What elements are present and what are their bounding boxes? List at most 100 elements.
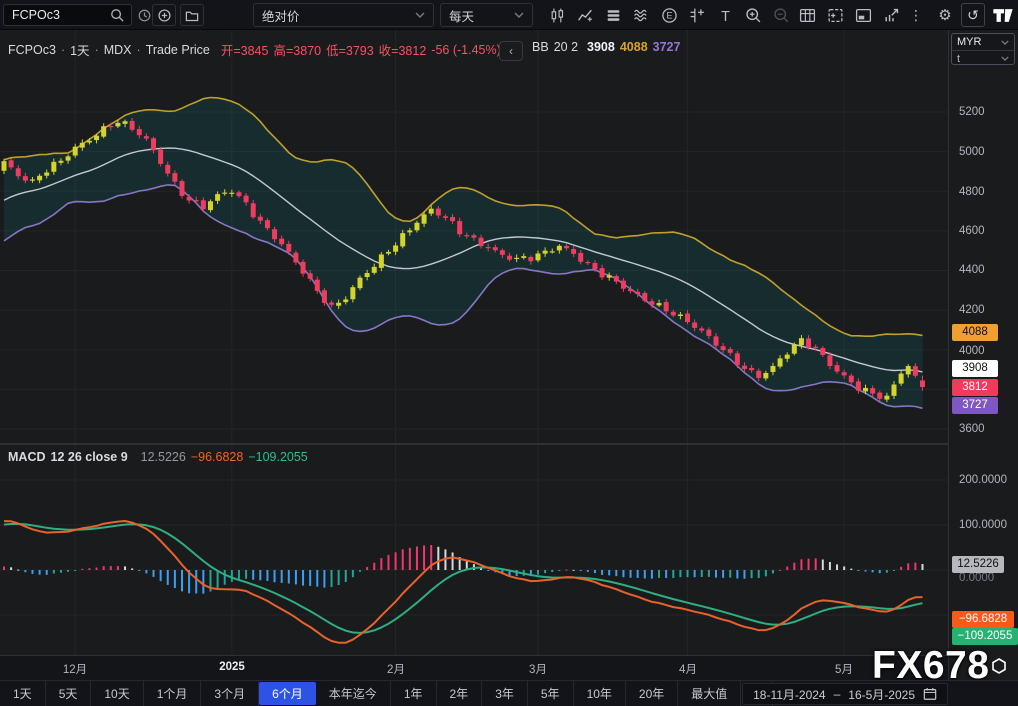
legend-low: 低=3793 [326, 40, 374, 59]
compare-layers-icon[interactable] [600, 0, 626, 30]
chart-type-candles-icon[interactable] [544, 0, 570, 30]
more-options-icon[interactable]: ⋮ [906, 0, 926, 30]
price-tick: 5200 [959, 105, 985, 119]
price-mode-select[interactable]: 绝对价 [253, 3, 434, 27]
watchlist-folder-button[interactable] [180, 4, 204, 26]
range-button-6m[interactable]: 6个月 [259, 682, 316, 705]
interval-value: 每天 [449, 6, 474, 25]
axis-unit-box: MYR t [951, 33, 1015, 65]
month-label: 2月 [374, 661, 418, 677]
svg-text:T: T [721, 8, 730, 23]
macd-legend: MACD 12 26 close 9 12.5226 −96.6828 −109… [8, 450, 308, 464]
bb-lower-badge: 3727 [952, 397, 998, 414]
price-tick: 3600 [959, 422, 985, 436]
events-icon[interactable]: E [656, 0, 682, 30]
range-button-5y[interactable]: 5年 [528, 681, 574, 706]
publish-chart-icon[interactable] [878, 0, 904, 30]
zoom-in-icon[interactable] [740, 0, 766, 30]
range-button-2y[interactable]: 2年 [437, 681, 483, 706]
legend-separator: · [61, 43, 65, 57]
unit-select[interactable]: t [952, 50, 1014, 65]
settings-gear-icon[interactable]: ⚙ [932, 0, 958, 30]
unit-value: t [957, 53, 960, 65]
indicators-icon[interactable] [572, 0, 598, 30]
bb-upper-value: 4088 [620, 40, 648, 54]
bb-basis-badge: 3908 [952, 360, 998, 377]
symbol-search-value[interactable]: FCPOc3 [12, 8, 110, 22]
legend-exchange: MDX [104, 43, 132, 57]
picture-in-picture-icon[interactable] [850, 0, 876, 30]
range-button-1y[interactable]: 1年 [391, 681, 437, 706]
bottom-toolbar: 1天 5天 10天 1个月 3个月 6个月 本年迄今 1年 2年 3年 5年 1… [0, 680, 1018, 706]
year-label: 2025 [210, 661, 254, 673]
range-button-10d[interactable]: 10天 [91, 681, 143, 706]
macd-signal-value: −109.2055 [248, 450, 307, 464]
range-button-10y[interactable]: 10年 [574, 681, 626, 706]
symbol-search[interactable]: FCPOc3 [3, 4, 132, 26]
top-toolbar: FCPOc3 绝对价 每天 [0, 0, 1018, 30]
interval-select[interactable]: 每天 [440, 3, 533, 27]
macd-tick: 200.0000 [959, 473, 1007, 487]
date-separator: – [834, 687, 841, 701]
date-range-button[interactable]: 18-11月-2024 – 16-5月-2025 [742, 683, 948, 705]
table-icon[interactable] [794, 0, 820, 30]
main-chart-pane[interactable] [0, 30, 948, 443]
macd-hist-value: 12.5226 [141, 450, 186, 464]
trading-terminal: FCPOc3 绝对价 每天 [0, 0, 1018, 706]
patterns-waves-icon[interactable] [628, 0, 654, 30]
chevron-down-icon [514, 12, 524, 18]
range-button-20y[interactable]: 20年 [626, 681, 678, 706]
currency-value: MYR [957, 36, 981, 48]
legend-interval: 1天 [70, 40, 89, 59]
tradingview-logo[interactable] [990, 5, 1016, 25]
legend-open: 开=3845 [221, 40, 269, 59]
add-pane-icon[interactable] [822, 0, 848, 30]
price-tick: 4400 [959, 263, 985, 277]
macd-line-badge: −96.6828 [952, 611, 1014, 628]
svg-text:E: E [666, 10, 672, 20]
macd-params: 12 26 close 9 [51, 450, 128, 464]
search-icon [110, 8, 125, 23]
add-symbol-button[interactable] [152, 4, 176, 26]
bar-replay-clock-icon[interactable] [134, 4, 154, 26]
text-tool-icon[interactable]: T [712, 0, 738, 30]
legend-collapse-button[interactable]: ‹ [499, 41, 523, 61]
price-tick: 4800 [959, 185, 985, 199]
price-tick: 4000 [959, 344, 985, 358]
currency-select[interactable]: MYR [952, 34, 1014, 50]
legend-high: 高=3870 [273, 40, 321, 59]
chevron-down-icon [1001, 56, 1009, 61]
chevron-down-icon [415, 12, 425, 18]
month-label: 3月 [516, 661, 560, 677]
range-button-1m[interactable]: 1个月 [144, 681, 202, 706]
range-button-ytd[interactable]: 本年迄今 [316, 681, 391, 706]
month-label: 12月 [53, 661, 97, 677]
time-axis[interactable]: 12月 2025 2月 3月 4月 5月 [0, 656, 948, 680]
zoom-out-icon[interactable] [768, 0, 794, 30]
pane-separator[interactable] [0, 443, 948, 445]
bb-name: BB [532, 40, 549, 54]
range-button-max[interactable]: 最大值 [678, 681, 741, 706]
chevron-down-icon [1001, 40, 1009, 45]
macd-zero-tick: 0.0000 [959, 571, 994, 585]
bb-upper-badge: 4088 [952, 324, 998, 341]
legend-close: 收=3812 [379, 40, 427, 59]
macd-tick: 100.0000 [959, 518, 1007, 532]
price-mode-value: 绝对价 [262, 6, 300, 25]
legend-series-type: Trade Price [146, 43, 210, 57]
date-from: 18-11月-2024 [753, 686, 826, 703]
price-axis[interactable]: MYR t 5200 5000 4800 4600 4400 4200 4000… [948, 30, 1018, 680]
bb-basis-value: 3908 [587, 40, 615, 54]
range-button-5d[interactable]: 5天 [46, 681, 92, 706]
range-button-3y[interactable]: 3年 [482, 681, 528, 706]
undo-icon[interactable]: ↺ [961, 3, 985, 27]
macd-hist-badge: 12.5226 [952, 556, 1004, 573]
macd-signal-badge: −109.2055 [952, 628, 1018, 645]
price-scale-add-icon[interactable] [684, 0, 710, 30]
macd-pane[interactable] [0, 445, 948, 655]
legend-symbol: FCPOc3 [8, 43, 56, 57]
month-label: 5月 [822, 661, 866, 677]
range-button-3m[interactable]: 3个月 [201, 681, 259, 706]
range-button-1d[interactable]: 1天 [0, 681, 46, 706]
calendar-icon [923, 687, 937, 701]
